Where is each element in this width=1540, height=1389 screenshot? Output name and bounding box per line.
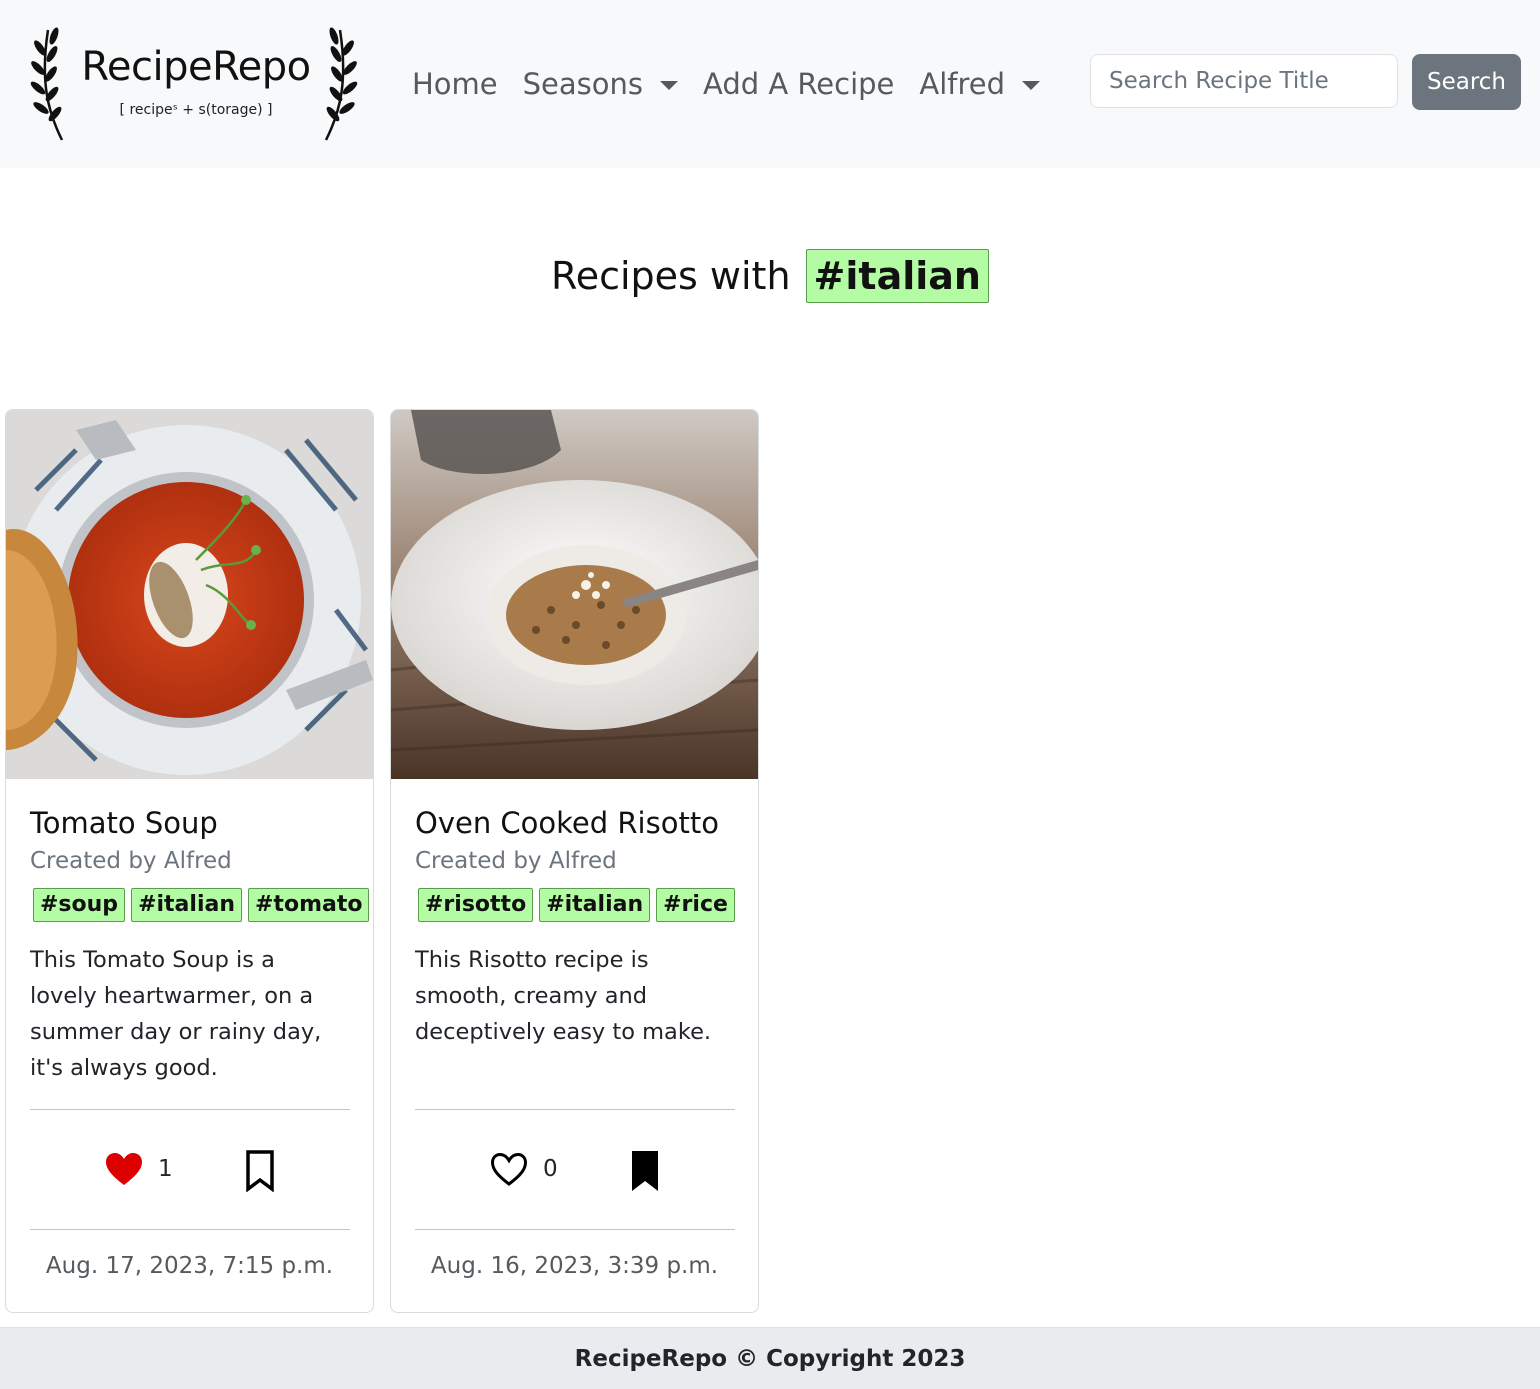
recipe-image-risotto[interactable] (391, 410, 758, 779)
laurel-left-icon (30, 27, 64, 141)
tag-italian[interactable]: #italian (131, 888, 242, 922)
recipe-date: Aug. 17, 2023, 7:15 p.m. (45, 1253, 334, 1279)
recipe-tags: #soup #italian #tomato (33, 888, 373, 922)
caret-down-icon (1022, 80, 1041, 90)
navbar: RecipeRepo [ recipeˢ + s(torage) ] Home … (0, 0, 1540, 168)
divider (415, 1109, 735, 1110)
recipe-image-tomato-soup[interactable] (6, 410, 373, 779)
page-heading: Recipes with #italian (0, 246, 1540, 306)
nav-link-home[interactable]: Home (412, 67, 498, 101)
laurel-right-icon (324, 27, 358, 141)
like-count: 0 (543, 1156, 558, 1182)
page-title: Recipes with (551, 254, 791, 298)
brand-logo[interactable]: RecipeRepo [ recipeˢ + s(torage) ] (30, 22, 360, 147)
heading-tag[interactable]: #italian (805, 249, 989, 303)
tag-risotto[interactable]: #risotto (418, 888, 534, 922)
nav-link-user-label: Alfred (919, 67, 1006, 101)
bookmark-filled-icon[interactable] (629, 1150, 661, 1192)
nav-links: Home Seasons Add A Recipe Alfred (412, 62, 1065, 106)
recipe-card: Tomato Soup Created by Alfred #soup #ita… (5, 409, 374, 1313)
brand-name: RecipeRepo (81, 44, 311, 90)
recipe-actions: 1 (6, 1150, 373, 1194)
divider (30, 1109, 350, 1110)
recipe-description: This Tomato Soup is a lovely heartwarmer… (30, 947, 322, 1081)
recipe-description: This Risotto recipe is smooth, creamy an… (415, 947, 712, 1045)
footer: RecipeRepo © Copyright 2023 (0, 1327, 1540, 1389)
bookmark-outline-icon[interactable] (244, 1150, 276, 1192)
search-button[interactable]: Search (1412, 54, 1521, 110)
nav-link-add-recipe-label: Add A Recipe (703, 67, 895, 101)
nav-dropdown-seasons[interactable]: Seasons (522, 67, 679, 101)
recipe-card: Oven Cooked Risotto Created by Alfred #r… (390, 409, 759, 1313)
like-count: 1 (158, 1156, 173, 1182)
tag-italian[interactable]: #italian (539, 888, 651, 922)
tag-tomato[interactable]: #tomato (248, 888, 370, 922)
recipe-author: Created by Alfred (30, 848, 232, 874)
tag-soup[interactable]: #soup (33, 888, 126, 922)
heart-filled-icon[interactable] (104, 1150, 144, 1190)
footer-copyright: RecipeRepo © Copyright 2023 (574, 1345, 966, 1372)
divider (415, 1229, 735, 1230)
heart-outline-icon[interactable] (489, 1150, 529, 1190)
nav-link-home-label: Home (412, 67, 498, 101)
nav-dropdown-user[interactable]: Alfred (919, 67, 1041, 101)
recipe-title[interactable]: Tomato Soup (30, 806, 218, 840)
brand-tagline: [ recipeˢ + s(torage) ] (119, 102, 273, 118)
recipe-author: Created by Alfred (415, 848, 617, 874)
recipe-title[interactable]: Oven Cooked Risotto (415, 806, 719, 840)
divider (30, 1229, 350, 1230)
recipe-actions: 0 (391, 1150, 758, 1194)
search-input[interactable] (1090, 54, 1398, 108)
nav-link-seasons-label: Seasons (522, 67, 644, 101)
recipe-tags: #risotto #italian #rice (418, 888, 741, 922)
nav-link-add-recipe[interactable]: Add A Recipe (703, 67, 894, 101)
recipe-date: Aug. 16, 2023, 3:39 p.m. (430, 1253, 719, 1279)
caret-down-icon (660, 80, 679, 90)
tag-rice[interactable]: #rice (656, 888, 735, 922)
